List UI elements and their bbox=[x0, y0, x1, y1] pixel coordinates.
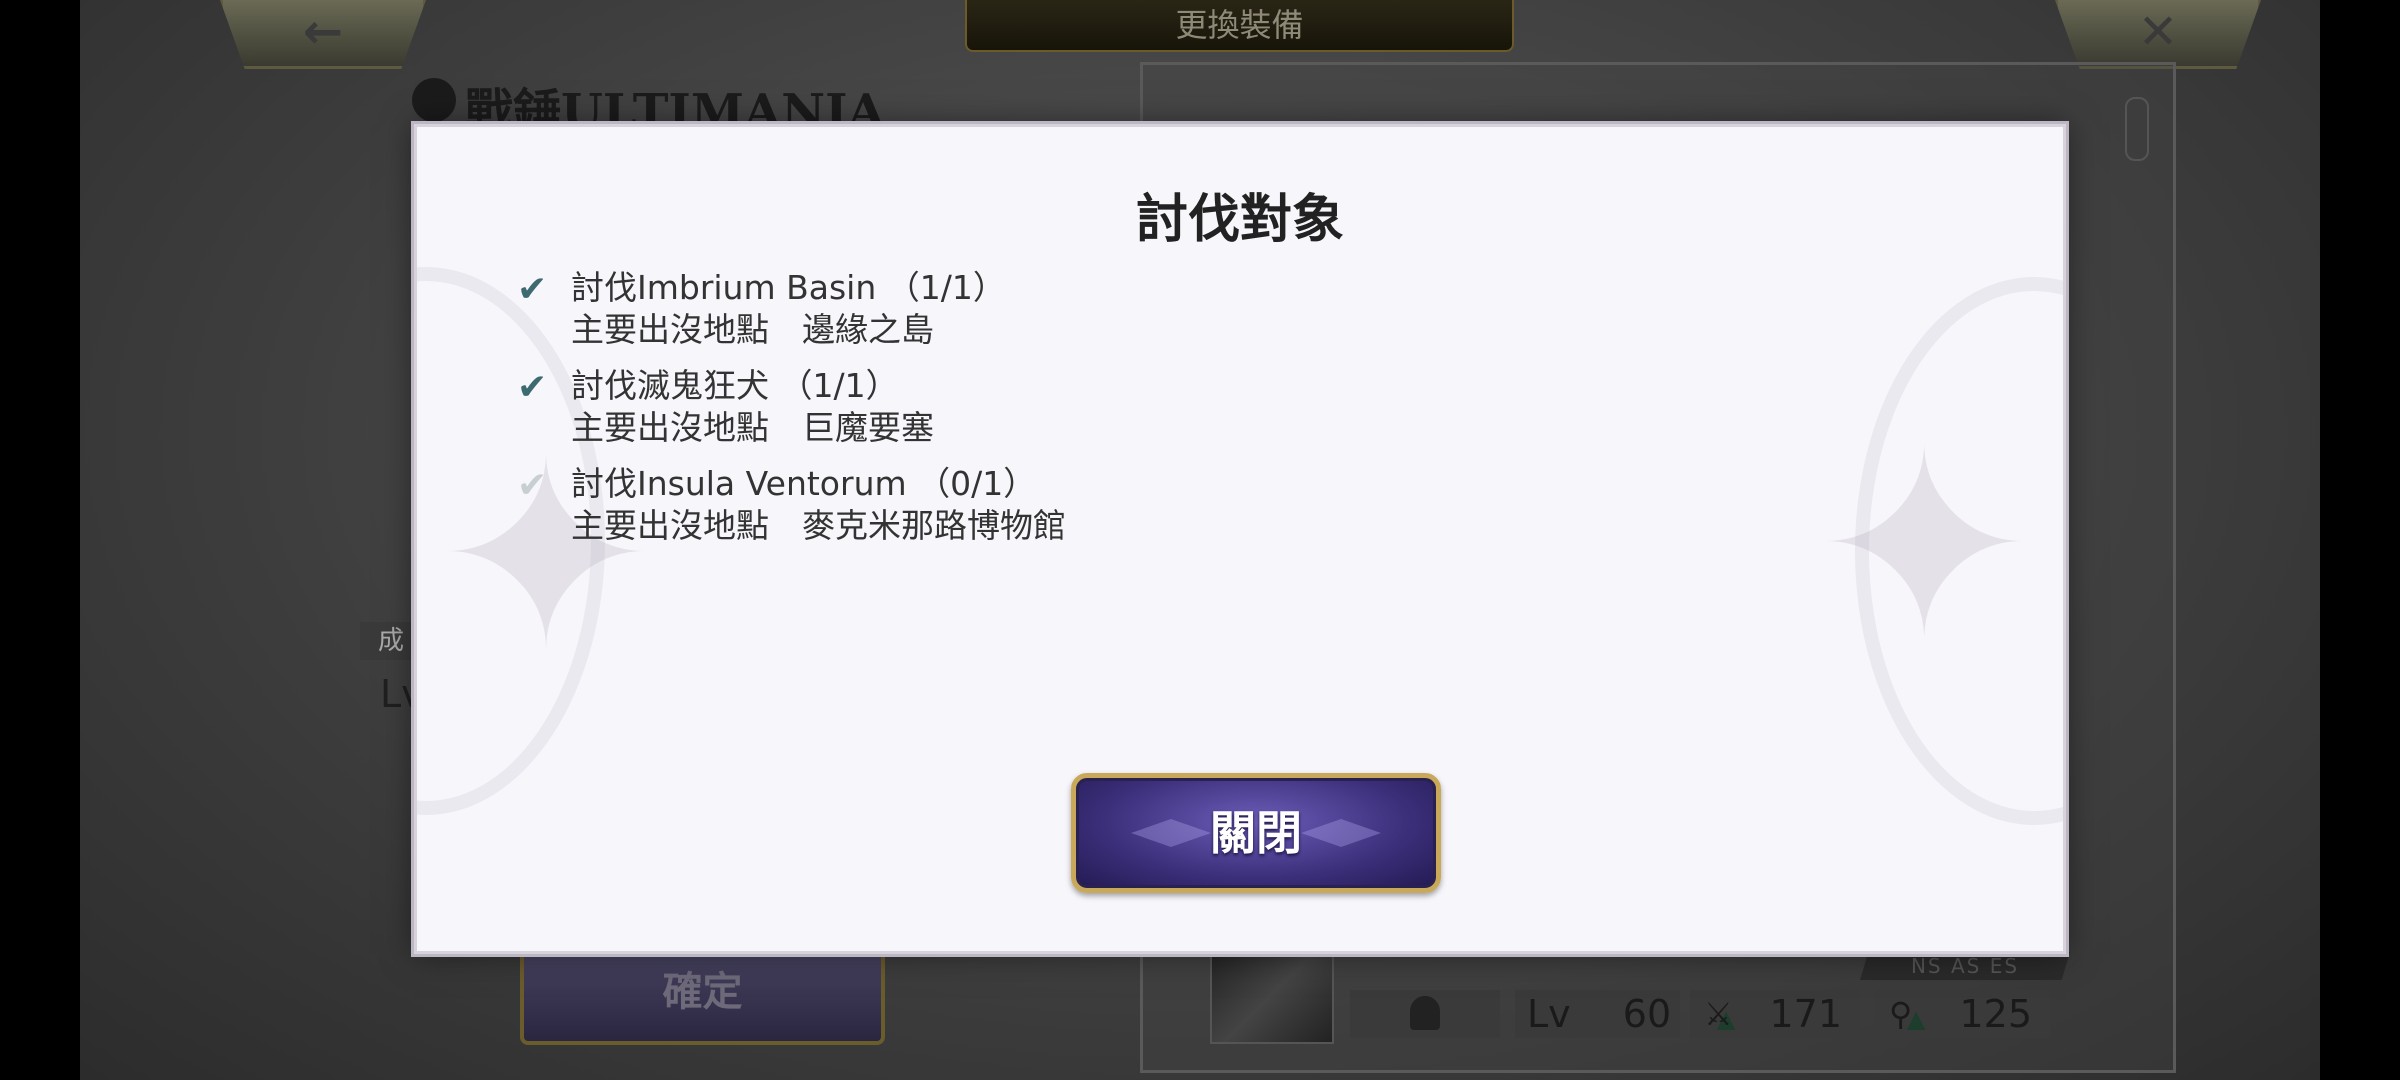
close-dialog-button[interactable]: 關閉 bbox=[1071, 773, 1441, 893]
magic-stat: ⚲ ▲ 125 bbox=[1875, 990, 2050, 1038]
screen-title: 更換裝備 bbox=[1175, 6, 1304, 44]
person-icon bbox=[1410, 996, 1440, 1030]
target-list: ✔ 討伐Imbrium Basin （1/1） 主要出沒地點 邊緣之島 ✔ 討伐… bbox=[517, 267, 1066, 561]
target-name: 討伐Imbrium Basin （1/1） bbox=[571, 268, 1006, 307]
back-button[interactable]: ← bbox=[220, 0, 426, 69]
equipped-by-slot bbox=[1350, 990, 1500, 1038]
back-arrow-icon: ← bbox=[302, 4, 344, 60]
target-location: 主要出沒地點 巨魔要塞 bbox=[571, 408, 934, 447]
target-item: ✔ 討伐Imbrium Basin （1/1） 主要出沒地點 邊緣之島 bbox=[517, 267, 1066, 351]
close-screen-button[interactable]: ✕ bbox=[2055, 0, 2261, 69]
target-name: 討伐Insula Ventorum （0/1） bbox=[571, 464, 1037, 503]
right-letterbox bbox=[2320, 0, 2400, 1080]
crystal-decoration-icon: ✦ bbox=[1815, 396, 2033, 698]
left-letterbox bbox=[0, 0, 80, 1080]
attack-value: 171 bbox=[1769, 992, 1842, 1036]
wand-icon: ⚲ bbox=[1889, 995, 1913, 1033]
attack-stat: ⚔ ▲ 171 bbox=[1690, 990, 1860, 1038]
sword-icon: ⚔ bbox=[1704, 995, 1733, 1033]
hunt-targets-dialog: ✦ ✦ 討伐對象 ✔ 討伐Imbrium Basin （1/1） 主要出沒地點 … bbox=[414, 124, 2066, 954]
target-item: ✔ 討伐Insula Ventorum （0/1） 主要出沒地點 麥克米那路博物… bbox=[517, 463, 1066, 547]
check-icon: ✔ bbox=[517, 367, 548, 408]
target-name: 討伐滅鬼狂犬 （1/1） bbox=[571, 366, 899, 405]
target-item: ✔ 討伐滅鬼狂犬 （1/1） 主要出沒地點 巨魔要塞 bbox=[517, 365, 1066, 449]
confirm-label: 確定 bbox=[662, 968, 743, 1015]
magic-value: 125 bbox=[1959, 992, 2032, 1036]
grow-badge: 成 bbox=[360, 622, 420, 660]
scrollbar[interactable] bbox=[2125, 97, 2149, 161]
level-value: 60 bbox=[1622, 992, 1672, 1036]
level-label: Lv bbox=[1527, 992, 1571, 1036]
close-label: 關閉 bbox=[1210, 806, 1302, 860]
target-location: 主要出沒地點 麥克米那路博物館 bbox=[571, 506, 1066, 545]
check-icon: ✔ bbox=[517, 269, 548, 310]
check-icon: ✔ bbox=[517, 465, 548, 506]
screen-title-bar: 更換裝備 bbox=[965, 0, 1514, 52]
confirm-button[interactable]: 確定 bbox=[520, 940, 885, 1045]
ability-tags: NS AS ES bbox=[1860, 952, 2070, 980]
weapon-thumbnail[interactable] bbox=[1210, 945, 1334, 1044]
dialog-title: 討伐對象 bbox=[1135, 189, 1344, 250]
close-icon: ✕ bbox=[2137, 4, 2179, 60]
target-location: 主要出沒地點 邊緣之島 bbox=[571, 310, 934, 349]
level-stat: Lv 60 bbox=[1515, 990, 1680, 1038]
